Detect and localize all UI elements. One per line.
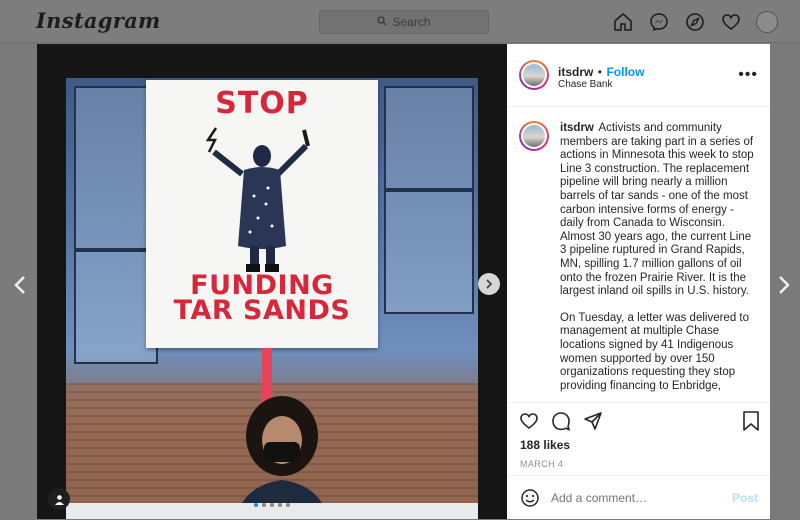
post-photo[interactable]: STOP FUNDING TAR SANDS: [66, 78, 478, 519]
next-post-arrow-icon[interactable]: [776, 275, 792, 300]
chevron-right-icon: [486, 279, 493, 289]
comment-icon[interactable]: [551, 411, 571, 436]
protester-figure: [234, 396, 330, 519]
carousel-dot: [286, 503, 290, 507]
post-location[interactable]: Chase Bank: [558, 79, 612, 90]
likes-count[interactable]: 188 likes: [520, 438, 570, 452]
top-nav: Instagram Search: [0, 0, 800, 43]
post-date: MARCH 4: [520, 459, 564, 469]
emoji-icon[interactable]: [520, 488, 540, 513]
author-username[interactable]: itsdrw: [558, 65, 593, 79]
follow-button[interactable]: Follow: [606, 65, 644, 79]
post-header: itsdrw • Follow Chase Bank •••: [507, 44, 770, 107]
sign-figure-illustration: [206, 127, 310, 272]
more-options-icon[interactable]: •••: [738, 66, 758, 84]
carousel-dots: [254, 503, 290, 507]
heart-icon[interactable]: [720, 11, 742, 33]
caption-avatar[interactable]: [519, 121, 549, 151]
prev-post-arrow-icon[interactable]: [12, 275, 28, 300]
search-box[interactable]: Search: [319, 10, 489, 34]
carousel-dot: [278, 503, 282, 507]
comment-bar: Post: [507, 475, 770, 520]
caption-text: itsdrw Activists and community members a…: [560, 122, 754, 392]
post-image-panel: STOP FUNDING TAR SANDS: [37, 44, 507, 519]
post-comment-button[interactable]: Post: [732, 491, 758, 505]
search-icon: [377, 15, 387, 29]
protest-sign: STOP FUNDING TAR SANDS: [146, 80, 378, 348]
like-heart-icon[interactable]: [519, 411, 539, 436]
caption-section: itsdrw Activists and community members a…: [507, 107, 770, 403]
save-bookmark-icon[interactable]: [742, 411, 760, 436]
profile-avatar[interactable]: [756, 11, 778, 33]
sign-stop-text: STOP: [215, 86, 309, 121]
share-icon[interactable]: [583, 411, 603, 436]
author-avatar[interactable]: [519, 60, 549, 90]
post-actions: 188 likes MARCH 4: [507, 402, 770, 473]
instagram-logo[interactable]: Instagram: [36, 8, 161, 33]
explore-icon[interactable]: [684, 11, 706, 33]
sign-funding-text: FUNDING TAR SANDS: [173, 270, 351, 326]
carousel-dot: [254, 503, 258, 507]
search-placeholder: Search: [392, 15, 431, 29]
tagged-user-icon[interactable]: [48, 488, 70, 510]
post-details-panel: itsdrw • Follow Chase Bank ••• itsdrw Ac…: [507, 44, 770, 519]
carousel-dot: [262, 503, 266, 507]
caption-username[interactable]: itsdrw: [560, 122, 594, 134]
home-icon[interactable]: [612, 11, 634, 33]
messenger-icon[interactable]: [648, 11, 670, 33]
carousel-next-button[interactable]: [478, 273, 500, 295]
comment-input[interactable]: [551, 491, 721, 505]
carousel-dot: [270, 503, 274, 507]
